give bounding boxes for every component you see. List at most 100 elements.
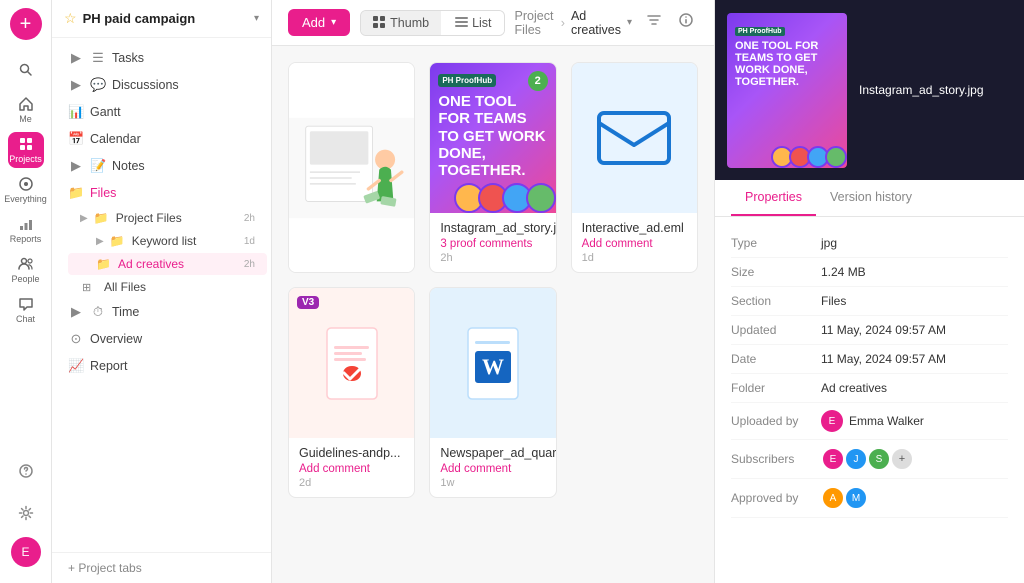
all-files-label: All Files [104,280,146,294]
newspaper-ad-action[interactable]: Add comment [440,463,545,475]
guidelines-action[interactable]: Add comment [299,463,404,475]
home-button[interactable]: Me [8,92,44,128]
insta-ad-thumb: PH ProofHub ONE TOOL FOR TEAMS TO GET WO… [430,63,555,213]
breadcrumb-root[interactable]: Project Files [515,9,555,37]
subnav-keyword-list[interactable]: ▶ 📁 Keyword list 1d [68,230,267,252]
prop-size-value: 1.24 MB [821,265,1008,279]
sidebar-item-files[interactable]: 📁 Files + 🔍 [56,180,267,206]
sidebar-item-calendar[interactable]: 📅 Calendar [56,126,267,152]
svg-text:W: W [482,354,504,379]
reports-button[interactable]: Reports [8,212,44,248]
everything-button[interactable]: Everything [8,172,44,208]
subscriber-avatar-3: S [867,447,891,471]
interactive-ad-name: Interactive_ad.eml [582,221,687,235]
gantt-icon: 📊 [68,104,84,120]
list-label: List [472,16,491,30]
sidebar-item-tasks[interactable]: ▶ ☰ Tasks [56,45,267,71]
sidebar-item-overview[interactable]: ⊙ Overview [56,326,267,352]
interactive-ad-action[interactable]: Add comment [582,238,687,250]
people-button[interactable]: People [8,252,44,288]
help-button[interactable] [8,453,44,489]
add-dropdown-icon: ▾ [331,17,336,28]
tasks-icon: ☰ [90,50,106,66]
project-header[interactable]: ☆ PH paid campaign ▾ [52,0,271,38]
file-card-guidelines[interactable]: V3 Guidelines-andp... Add comment 2d [288,287,415,498]
insta-ad-action[interactable]: 3 proof comments [440,238,545,250]
list-view-button[interactable]: List [443,11,503,35]
time-icon: ⏱ [90,304,106,320]
files-add-icon[interactable]: + [228,185,236,201]
add-button[interactable]: Add ▾ [288,9,350,36]
thumb-view-button[interactable]: Thumb [361,11,441,35]
everything-label: Everything [4,194,47,204]
sidebar-item-notes[interactable]: ▶ 📝 Notes [56,153,267,179]
sidebar-item-time[interactable]: ▶ ⏱ Time [56,299,267,325]
sidebar-item-report[interactable]: 📈 Report [56,353,267,379]
insta-badge: 2 [528,71,548,91]
user-avatar[interactable]: E [11,537,41,567]
file-card-newspaper-ad[interactable]: W Newspaper_ad_quarter... Add comment 1w [429,287,556,498]
files-icon: 📁 [68,185,84,201]
tab-version-history[interactable]: Version history [816,180,926,216]
global-add-button[interactable]: + [10,8,42,40]
keyword-list-label: Keyword list [132,234,197,248]
overview-label: Overview [90,332,255,346]
right-panel: PH ProofHub ONE TOOL FOR TEAMS TO GET WO… [714,0,1024,583]
filter-button[interactable] [642,8,666,37]
newspaper-ad-info: Newspaper_ad_quarter... Add comment 1w [430,438,555,497]
projects-label: Projects [9,154,42,164]
sidebar-item-gantt[interactable]: 📊 Gantt [56,99,267,125]
main-content: Add ▾ Thumb List Project Files › Ad crea… [272,0,714,583]
guidelines-info: Guidelines-andp... Add comment 2d [289,438,414,497]
file-grid-area: Popup_ad.png Proof this file 2h PH Proof… [272,46,714,583]
insta-ad-info: Instagram_ad_story.jpg 3 proof comments … [430,213,555,272]
ad-creatives-folder-icon: 📁 [96,257,112,271]
approver-avatar-2: M [844,486,868,510]
breadcrumb-sep: › [561,16,565,30]
prop-section-value: Files [821,294,1008,308]
keyword-folder-icon: 📁 [110,234,126,248]
add-project-tabs[interactable]: + Project tabs [52,552,271,583]
settings-button[interactable] [8,495,44,531]
guidelines-thumb: V3 [289,288,414,438]
chat-button[interactable]: Chat [8,292,44,328]
report-icon: 📈 [68,358,84,374]
preview-thumbnail: PH ProofHub ONE TOOL FOR TEAMS TO GET WO… [727,13,847,168]
tab-properties[interactable]: Properties [731,180,816,216]
sidebar-item-discussions[interactable]: ▶ 💬 Discussions [56,72,267,98]
prop-folder-label: Folder [731,381,821,395]
prop-date: Date 11 May, 2024 09:57 AM [731,345,1008,374]
info-button[interactable] [674,8,698,37]
file-card-insta-ad[interactable]: PH ProofHub ONE TOOL FOR TEAMS TO GET WO… [429,62,556,273]
file-card-interactive-ad[interactable]: Interactive_ad.eml Add comment 1d [571,62,698,273]
prop-section: Section Files [731,287,1008,316]
newspaper-ad-time: 1w [440,477,545,489]
reports-label: Reports [10,234,42,244]
subscriber-more[interactable]: + [890,447,914,471]
notes-label: Notes [112,159,255,173]
files-search-icon[interactable]: 🔍 [240,185,255,201]
prop-subscribers: Subscribers E J S + [731,440,1008,479]
star-icon[interactable]: ☆ [64,10,77,27]
subnav-project-files[interactable]: ▶ 📁 Project Files 2h [68,207,267,229]
discussions-label: Discussions [112,78,255,92]
prop-section-label: Section [731,294,821,308]
sidebar-nav: ▶ ☰ Tasks ▶ 💬 Discussions 📊 Gantt 📅 Cale… [52,38,271,548]
prop-date-value: 11 May, 2024 09:57 AM [821,352,1008,366]
time-label: Time [112,305,255,319]
tasks-expand-icon: ▶ [68,50,84,66]
approver-avatar-1: A [821,486,845,510]
projects-button[interactable]: Projects [8,132,44,168]
gantt-label: Gantt [90,105,255,119]
interactive-ad-thumb [572,63,697,213]
project-dropdown-icon[interactable]: ▾ [254,13,259,24]
newspaper-ad-name: Newspaper_ad_quarter... [440,446,545,460]
keyword-expand-icon: ▶ [96,236,104,247]
search-button[interactable] [8,52,44,88]
breadcrumb-dropdown-icon[interactable]: ▾ [627,17,632,28]
subnav-ad-creatives[interactable]: 📁 Ad creatives 2h [68,253,267,275]
prop-approved-label: Approved by [731,491,821,505]
tasks-label: Tasks [112,51,255,65]
file-card-popup-ad[interactable]: Popup_ad.png Proof this file 2h [288,62,415,273]
subnav-all-files[interactable]: ⊞ All Files [68,276,267,298]
